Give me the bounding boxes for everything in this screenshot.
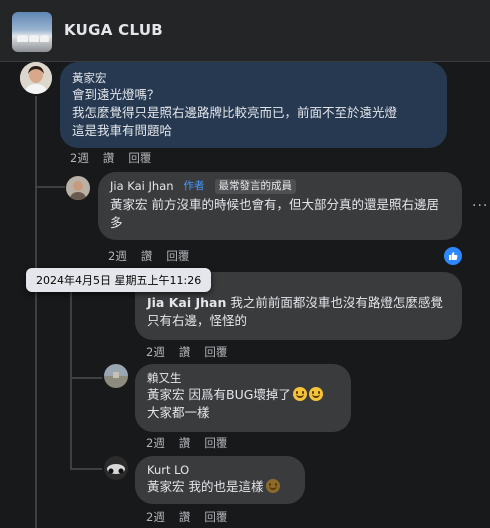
comment-author[interactable]: 賴又生	[147, 370, 339, 386]
group-header: KUGA CLUB	[0, 0, 490, 62]
like-icon[interactable]	[442, 245, 464, 267]
avatar[interactable]	[104, 364, 128, 388]
thread-line	[35, 96, 37, 528]
timestamp-tooltip: 2024年4月5日 星期五上午11:26	[26, 268, 212, 292]
top-contributor-badge[interactable]: 最常發言的成員	[214, 178, 297, 194]
smile-emoji-icon	[292, 387, 307, 401]
reply-link[interactable]: 回覆	[204, 509, 227, 525]
comment-actions: 2週 讚 回覆	[70, 150, 151, 166]
group-cover-thumbnail[interactable]	[12, 12, 52, 52]
like-link[interactable]: 讚	[141, 248, 153, 264]
like-link[interactable]: 讚	[179, 509, 191, 525]
comment-text: 會到遠光燈嗎？ 我怎麼覺得只是照右邊路牌比較亮而已，前面不至於遠光燈 這是我車有…	[72, 87, 398, 138]
like-link[interactable]: 讚	[103, 150, 115, 166]
reply-link[interactable]: 回覆	[128, 150, 151, 166]
like-link[interactable]: 讚	[179, 435, 191, 451]
thread-branch	[72, 468, 102, 470]
comment-text: 黃家宏 因爲有BUG壞掉了	[147, 386, 339, 404]
comment-bubble: 賴又生 黃家宏 因爲有BUG壞掉了 大家都一樣	[135, 364, 351, 432]
reply-link[interactable]: 回覆	[166, 248, 189, 264]
comment-text: 黃家宏 前方沒車的時候也會有，但大部分真的還是照右邊居多	[110, 197, 439, 230]
comment-author[interactable]: Jia Kai Jhan	[110, 178, 174, 194]
avatar[interactable]	[104, 456, 128, 480]
more-options-icon[interactable]: ···	[472, 198, 488, 214]
smile-emoji-icon	[308, 387, 323, 401]
comment-bubble: Jia Kai Jhan 作者 最常發言的成員 黃家宏 前方沒車的時候也會有，但…	[98, 172, 462, 240]
comment-author[interactable]: Kurt LO	[147, 462, 293, 478]
comment-actions: 2週 讚 回覆	[108, 248, 189, 264]
comment-text-line2: 大家都一樣	[147, 405, 210, 420]
mention-link[interactable]: 黃家宏	[147, 479, 185, 494]
thread-branch	[70, 270, 72, 470]
mention-link[interactable]: Jia Kai Jhan	[147, 295, 226, 310]
comment-time[interactable]: 2週	[146, 435, 165, 451]
comment-actions: 2週 讚 回覆	[146, 435, 227, 451]
like-link[interactable]: 讚	[179, 344, 191, 360]
thread-branch	[72, 377, 102, 379]
comment-bubble: Kurt LO 黃家宏 我的也是這樣	[135, 456, 305, 504]
comment-time[interactable]: 2週	[146, 344, 165, 360]
author-badge: 作者	[183, 179, 205, 192]
comment-author[interactable]: 黃家宏	[72, 70, 435, 86]
reply-link[interactable]: 回覆	[204, 344, 227, 360]
avatar[interactable]	[66, 176, 90, 200]
reply-link[interactable]: 回覆	[204, 435, 227, 451]
avatar[interactable]	[20, 62, 52, 94]
comment-time[interactable]: 2週	[146, 509, 165, 525]
comment-bubble: 黃家宏 會到遠光燈嗎？ 我怎麼覺得只是照右邊路牌比較亮而已，前面不至於遠光燈 這…	[60, 62, 447, 148]
comment-time[interactable]: 2週	[108, 248, 127, 264]
comment-actions: 2週 讚 回覆	[146, 344, 227, 360]
comment-actions: 2週 讚 回覆	[146, 509, 227, 525]
comment-time[interactable]: 2週	[70, 150, 89, 166]
chestnut-emoji-icon	[265, 479, 280, 493]
comment-text: Jia Kai Jhan 我之前前面都沒車也沒有路燈怎麼感覺只有右邊，怪怪的	[147, 295, 443, 328]
mention-link[interactable]: 黃家宏	[147, 387, 185, 402]
group-name[interactable]: KUGA CLUB	[64, 21, 163, 39]
comment-text: 黃家宏 我的也是這樣	[147, 478, 293, 496]
mention-link[interactable]: 黃家宏	[110, 197, 148, 212]
thread-branch	[37, 186, 65, 188]
